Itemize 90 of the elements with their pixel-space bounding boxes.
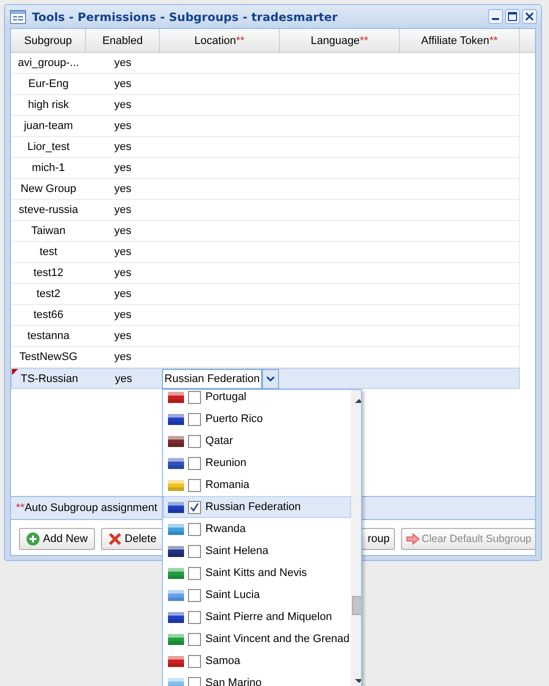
table-cell-text: yes <box>113 266 132 281</box>
table-cell-text: test2 <box>36 287 62 302</box>
column-header[interactable]: Affiliate Token** <box>400 29 520 52</box>
table-row[interactable]: avi_group-... yes <box>11 53 520 74</box>
window-title: Tools - Permissions - Subgroups - tradesmarter <box>32 10 339 24</box>
table-cell-text: yes <box>113 350 132 365</box>
table-cell-text: New Group <box>20 182 78 197</box>
table-cell-text: Taiwan <box>30 224 67 239</box>
checkbox[interactable] <box>188 676 202 686</box>
table-row[interactable]: Taiwan yes <box>11 221 520 242</box>
checkbox[interactable] <box>188 434 202 448</box>
column-header[interactable]: Location** <box>160 29 280 52</box>
table-row[interactable]: testanna yes <box>11 326 520 347</box>
table-row[interactable]: test12 yes <box>11 263 520 284</box>
close-icon[interactable] <box>522 9 537 24</box>
table-cell-text: yes <box>113 119 132 134</box>
table-cell-text: yes <box>113 161 132 176</box>
table-cell-text: yes <box>113 329 132 344</box>
table-cell-text: TS-Russian <box>20 372 80 386</box>
minimize-icon[interactable] <box>488 9 503 24</box>
column-header[interactable]: Enabled <box>86 29 160 52</box>
dropdown-item[interactable]: Russian Federation <box>163 496 351 518</box>
table-row[interactable]: mich-1 yes <box>11 158 520 179</box>
arrow-right-icon <box>406 533 420 545</box>
location-combo-field[interactable]: Russian Federation <box>162 368 262 388</box>
table-cell-text: test66 <box>32 308 64 323</box>
table-cell-text: TestNewSG <box>18 350 78 365</box>
checkbox[interactable] <box>188 544 202 558</box>
table-cell-text: yes <box>113 77 132 92</box>
dropdown-item[interactable]: Samoa <box>163 650 351 672</box>
table-cell-text: steve-russia <box>18 203 80 218</box>
checkbox[interactable] <box>188 456 202 470</box>
dropdown-item[interactable]: Portugal <box>163 390 351 408</box>
table-cell-text: yes <box>113 182 132 197</box>
table-cell-text: yes <box>114 372 134 386</box>
checkbox[interactable] <box>188 390 202 404</box>
checkbox[interactable] <box>188 588 202 602</box>
maximize-icon[interactable] <box>505 9 520 24</box>
dropdown-item[interactable]: Reunion <box>163 452 351 474</box>
table-row[interactable]: Eur-Eng yes <box>11 74 520 95</box>
delete-icon <box>108 532 122 546</box>
table-cell-text: avi_group-... <box>16 56 80 71</box>
table-row[interactable]: juan-team yes <box>11 116 520 137</box>
table-row[interactable]: high risk yes <box>11 95 520 116</box>
checkbox[interactable] <box>188 500 202 514</box>
column-header[interactable]: Language** <box>280 29 400 52</box>
table-cell-text: test12 <box>32 266 64 281</box>
table-cell-text: yes <box>113 203 132 218</box>
dropdown-item[interactable]: San Marino <box>163 672 351 686</box>
table-cell-text: test <box>38 245 58 260</box>
dropdown-item[interactable]: Saint Vincent and the Grenad <box>163 628 351 650</box>
checkbox[interactable] <box>188 654 202 668</box>
dropdown-item[interactable]: Saint Pierre and Miquelon <box>163 606 351 628</box>
dropdown-item[interactable]: Romania <box>163 474 351 496</box>
add-new-button[interactable]: Add New <box>19 528 95 550</box>
scroll-up-icon[interactable] <box>354 398 362 404</box>
add-icon <box>26 532 40 546</box>
checkbox[interactable] <box>188 412 202 426</box>
table-cell-text: yes <box>113 287 132 302</box>
table-cell-text: yes <box>113 56 132 71</box>
table-row[interactable]: test66 yes <box>11 305 520 326</box>
dropdown-item[interactable]: Puerto Rico <box>163 408 351 430</box>
table-cell-text: yes <box>113 140 132 155</box>
table-row[interactable]: New Group yes <box>11 179 520 200</box>
table-cell-text: testanna <box>26 329 71 344</box>
scroll-down-icon[interactable] <box>354 678 362 684</box>
table-cell-text: high risk <box>26 98 70 113</box>
checkbox[interactable] <box>188 478 202 492</box>
dropdown-item[interactable]: Qatar <box>163 430 351 452</box>
table-cell-text: mich-1 <box>30 161 66 176</box>
checkbox[interactable] <box>188 566 202 580</box>
dropdown-item[interactable]: Saint Lucia <box>163 584 351 606</box>
dropdown-caret-icon[interactable] <box>262 368 280 388</box>
window-icon <box>10 10 26 24</box>
table-cell-text: yes <box>113 224 132 239</box>
column-header[interactable]: Subgroup <box>11 29 86 52</box>
table-cell-text: yes <box>113 98 132 113</box>
dropdown-item[interactable]: Saint Kitts and Nevis <box>163 562 351 584</box>
table-row[interactable]: test2 yes <box>11 284 520 305</box>
checkbox[interactable] <box>188 522 202 536</box>
table-cell-text: yes <box>113 308 132 323</box>
table-row[interactable]: Lior_test yes <box>11 137 520 158</box>
table-cell-text: Eur-Eng <box>27 77 70 92</box>
table-cell-text: juan-team <box>22 119 74 134</box>
table-row[interactable]: test yes <box>11 242 520 263</box>
table-row[interactable]: steve-russia yes <box>11 200 520 221</box>
table-cell-text: Lior_test <box>26 140 71 155</box>
table-cell-text: yes <box>113 245 132 260</box>
checkbox[interactable] <box>188 610 202 624</box>
checkbox[interactable] <box>188 632 202 646</box>
